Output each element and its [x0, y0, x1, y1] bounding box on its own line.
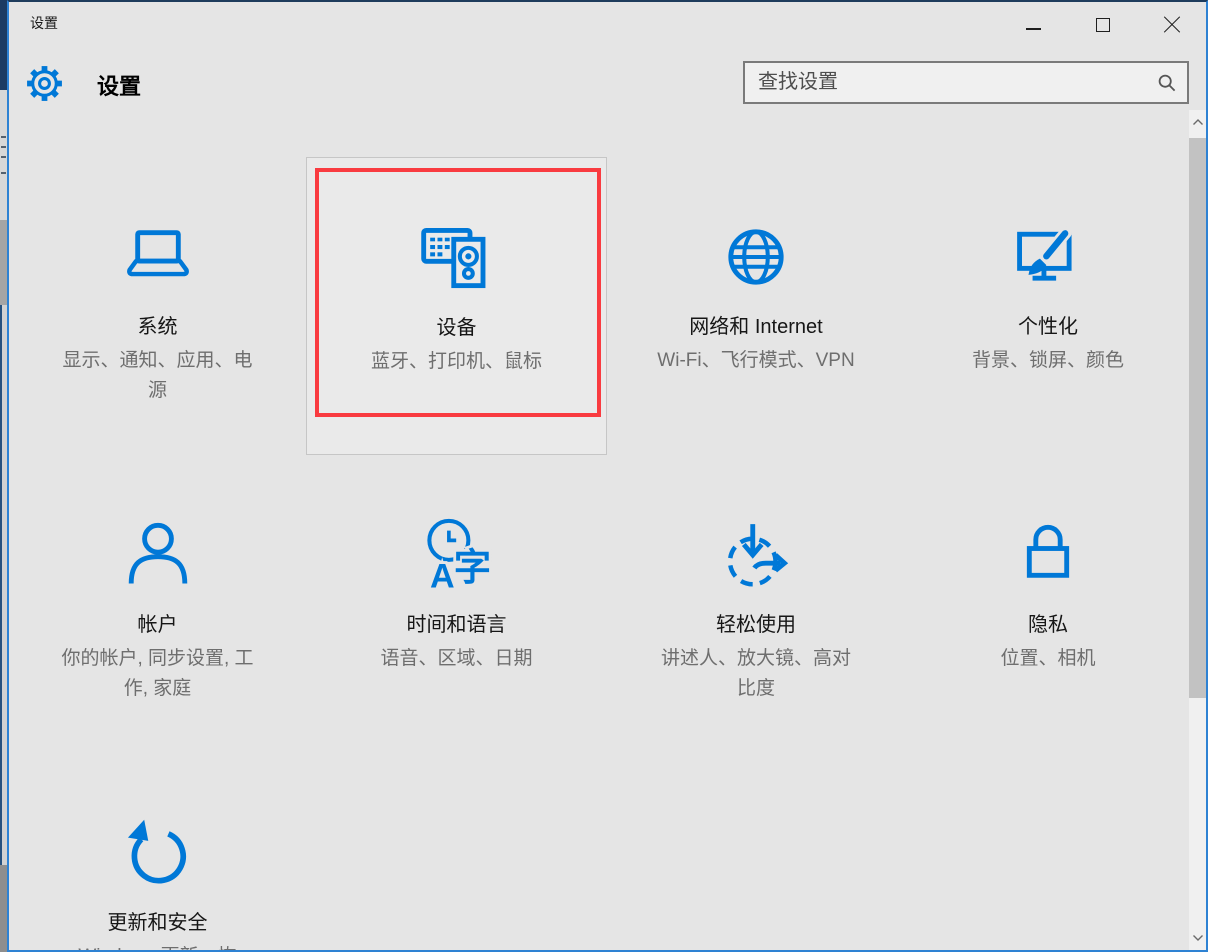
settings-window: 设置: [7, 0, 1208, 952]
close-icon: [1163, 16, 1181, 34]
tile-title: 轻松使用: [607, 608, 905, 637]
close-button[interactable]: [1137, 2, 1206, 48]
lock-icon: [905, 515, 1191, 595]
background-text-speck: [1, 136, 6, 138]
background-text-speck: [1, 172, 6, 174]
background-text-speck: [1, 156, 6, 158]
tile-system[interactable]: 系统 显示、通知、应用、电源: [9, 157, 306, 455]
maximize-button[interactable]: [1068, 2, 1137, 48]
window-title: 设置: [30, 13, 58, 33]
search-settings-input[interactable]: [745, 63, 1187, 102]
tile-title: 个性化: [905, 310, 1191, 339]
tile-title: 帐户: [9, 608, 306, 637]
tile-title: 网络和 Internet: [607, 310, 905, 339]
scroll-down-button[interactable]: [1189, 928, 1206, 948]
tile-subtitle: 讲述人、放大镜、高对比度: [653, 644, 859, 704]
titlebar[interactable]: 设置: [9, 2, 1206, 50]
tile-subtitle: 背景、锁屏、颜色: [945, 346, 1151, 376]
tile-devices[interactable]: 设备 蓝牙、打印机、鼠标: [306, 157, 607, 455]
maximize-icon: [1096, 18, 1110, 32]
svg-text:A: A: [430, 558, 455, 595]
background-window-sliver: [0, 0, 7, 952]
background-window-titlebar-strip: [0, 0, 7, 90]
scroll-up-button[interactable]: [1189, 112, 1206, 132]
scrollbar-thumb[interactable]: [1189, 138, 1206, 698]
background-text-speck: [1, 146, 6, 148]
tile-subtitle: 语音、区域、日期: [354, 644, 560, 674]
clock-language-icon: A 字: [306, 515, 607, 595]
tile-subtitle: 你的帐户, 同步设置, 工作, 家庭: [55, 644, 261, 704]
background-window-strip: [0, 90, 7, 220]
tile-accounts[interactable]: 帐户 你的帐户, 同步设置, 工作, 家庭: [9, 455, 306, 753]
tile-title: 时间和语言: [306, 608, 607, 637]
tile-title: 隐私: [905, 608, 1191, 637]
window-controls: [999, 2, 1206, 48]
tile-title: 设备: [307, 311, 606, 340]
settings-tile-grid: 系统 显示、通知、应用、电源: [9, 157, 1191, 952]
tile-subtitle: Wi-Fi、飞行模式、VPN: [620, 346, 892, 376]
settings-gear-icon: [24, 63, 65, 104]
keyboard-speaker-icon: [307, 218, 606, 298]
globe-icon: [607, 217, 905, 297]
refresh-icon: [9, 813, 306, 893]
page-title: 设置: [97, 69, 141, 101]
monitor-paintbrush-icon: [905, 217, 1191, 297]
tile-subtitle: 蓝牙、打印机、鼠标: [354, 347, 560, 377]
laptop-icon: [9, 217, 306, 297]
tile-ease-of-access[interactable]: 轻松使用 讲述人、放大镜、高对比度: [607, 455, 905, 753]
search-settings-box: [743, 61, 1189, 104]
search-icon[interactable]: [1157, 73, 1177, 93]
background-window-strip: [0, 305, 7, 865]
tile-network-internet[interactable]: 网络和 Internet Wi-Fi、飞行模式、VPN: [607, 157, 905, 455]
vertical-scrollbar[interactable]: [1189, 110, 1206, 950]
svg-text:字: 字: [453, 546, 490, 588]
tile-time-language[interactable]: A 字 时间和语言 语音、区域、日期: [306, 455, 607, 753]
tile-title: 系统: [9, 310, 306, 339]
person-icon: [9, 515, 306, 595]
tile-privacy[interactable]: 隐私 位置、相机: [905, 455, 1191, 753]
tile-subtitle: 显示、通知、应用、电源: [55, 346, 261, 406]
tile-subtitle: Windows 更新、恢: [22, 942, 294, 952]
background-window-strip: [0, 220, 7, 305]
tile-personalization[interactable]: 个性化 背景、锁屏、颜色: [905, 157, 1191, 455]
tile-update-security[interactable]: 更新和安全 Windows 更新、恢: [9, 753, 306, 952]
tile-subtitle: 位置、相机: [945, 644, 1151, 674]
minimize-icon: [1026, 28, 1041, 30]
ease-of-access-icon: [607, 515, 905, 595]
background-window-strip: [0, 865, 7, 952]
minimize-button[interactable]: [999, 2, 1068, 48]
tile-title: 更新和安全: [9, 906, 306, 935]
